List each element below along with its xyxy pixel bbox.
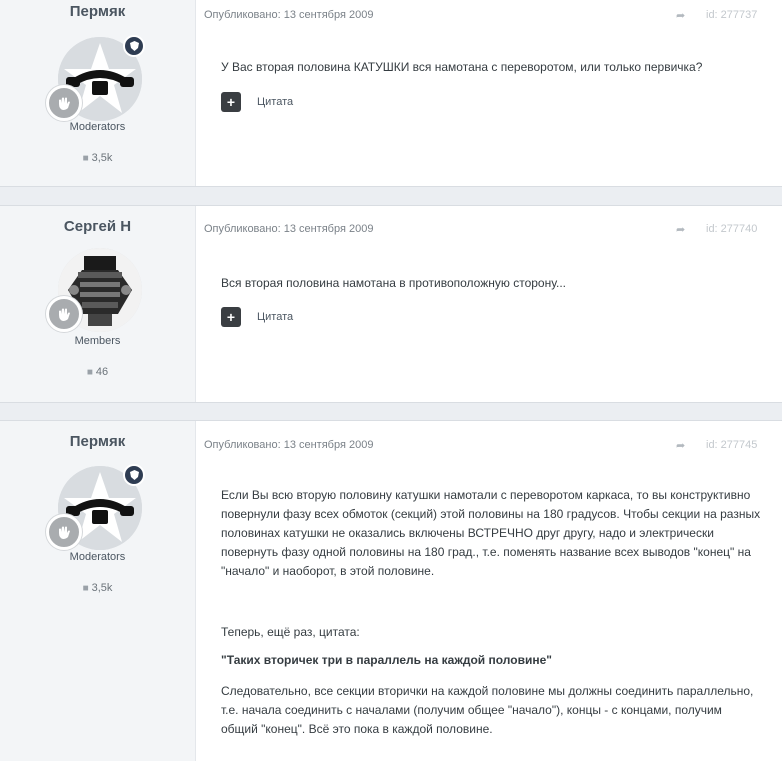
comment-icon: ■ bbox=[86, 367, 93, 378]
share-icon[interactable]: ➦ bbox=[676, 439, 685, 452]
rank-hand-icon bbox=[46, 296, 82, 332]
post-date[interactable]: Опубликовано: 13 сентября 2009 bbox=[204, 9, 373, 21]
reputation[interactable]: ■ 3,5k bbox=[0, 582, 195, 594]
reputation-count: 3,5k bbox=[91, 582, 113, 594]
author-group: Members bbox=[74, 335, 121, 347]
post-author-panel: Пермяк Moderators ■ 3,5k bbox=[0, 421, 196, 761]
moderator-shield-icon bbox=[123, 35, 145, 57]
rank-hand-icon bbox=[46, 85, 82, 121]
post-paragraph: У Вас вторая половина КАТУШКИ вся намота… bbox=[221, 60, 703, 74]
quote-label[interactable]: Цитата bbox=[257, 311, 293, 323]
plus-icon[interactable]: + bbox=[221, 307, 241, 327]
post-author-panel: Пермяк Moderators ■ 3,5k bbox=[0, 0, 196, 186]
rank-hand-icon bbox=[46, 514, 82, 550]
reputation[interactable]: ■ 3,5k bbox=[0, 152, 195, 164]
reputation-count: 46 bbox=[95, 366, 109, 378]
quote-button[interactable]: + Цитата bbox=[221, 307, 293, 327]
quote-button[interactable]: + Цитата bbox=[221, 92, 293, 112]
post-content: Опубликовано: 13 сентября 2009 ➦ id: 277… bbox=[196, 0, 782, 186]
post-id: id: 277737 bbox=[706, 9, 758, 21]
reputation[interactable]: ■ 46 bbox=[0, 366, 195, 378]
author-name[interactable]: Пермяк bbox=[0, 433, 195, 450]
post-paragraph: Если Вы всю вторую половину катушки намо… bbox=[221, 488, 761, 578]
post-id: id: 277745 bbox=[706, 439, 758, 451]
post-2: Сергей Н Members ■ 46 Опубликовано: 13 с… bbox=[0, 205, 782, 403]
moderator-shield-icon bbox=[123, 464, 145, 486]
post-1: Пермяк Moderators ■ 3,5k Опубликовано: 1… bbox=[0, 0, 782, 187]
post-date[interactable]: Опубликовано: 13 сентября 2009 bbox=[204, 439, 373, 451]
quote-label[interactable]: Цитата bbox=[257, 96, 293, 108]
post-author-panel: Сергей Н Members ■ 46 bbox=[0, 206, 196, 402]
reputation-count: 3,5k bbox=[91, 152, 113, 164]
post-content: Опубликовано: 13 сентября 2009 ➦ id: 277… bbox=[196, 421, 782, 761]
share-icon[interactable]: ➦ bbox=[676, 9, 685, 22]
post-body: У Вас вторая половина КАТУШКИ вся намота… bbox=[221, 58, 762, 77]
author-group: Moderators bbox=[69, 551, 126, 563]
post-date[interactable]: Опубликовано: 13 сентября 2009 bbox=[204, 223, 373, 235]
post-3: Пермяк Moderators ■ 3,5k Опубликовано: 1… bbox=[0, 420, 782, 761]
post-body: Вся вторая половина намотана в противопо… bbox=[221, 274, 762, 293]
post-body: Если Вы всю вторую половину катушки намо… bbox=[221, 486, 762, 739]
post-quote: "Таких вторичек три в параллель на каждо… bbox=[221, 653, 552, 667]
post-paragraph: Следовательно, все секции вторички на ка… bbox=[221, 684, 754, 736]
plus-icon[interactable]: + bbox=[221, 92, 241, 112]
post-paragraph: Теперь, ещё раз, цитата: bbox=[221, 625, 360, 639]
post-content: Опубликовано: 13 сентября 2009 ➦ id: 277… bbox=[196, 206, 782, 402]
author-name[interactable]: Сергей Н bbox=[0, 218, 195, 235]
post-id: id: 277740 bbox=[706, 223, 758, 235]
author-name[interactable]: Пермяк bbox=[0, 3, 195, 20]
author-group: Moderators bbox=[69, 121, 126, 133]
comment-icon: ■ bbox=[82, 153, 89, 164]
post-paragraph: Вся вторая половина намотана в противопо… bbox=[221, 276, 567, 290]
share-icon[interactable]: ➦ bbox=[676, 223, 685, 236]
comment-icon: ■ bbox=[82, 583, 89, 594]
